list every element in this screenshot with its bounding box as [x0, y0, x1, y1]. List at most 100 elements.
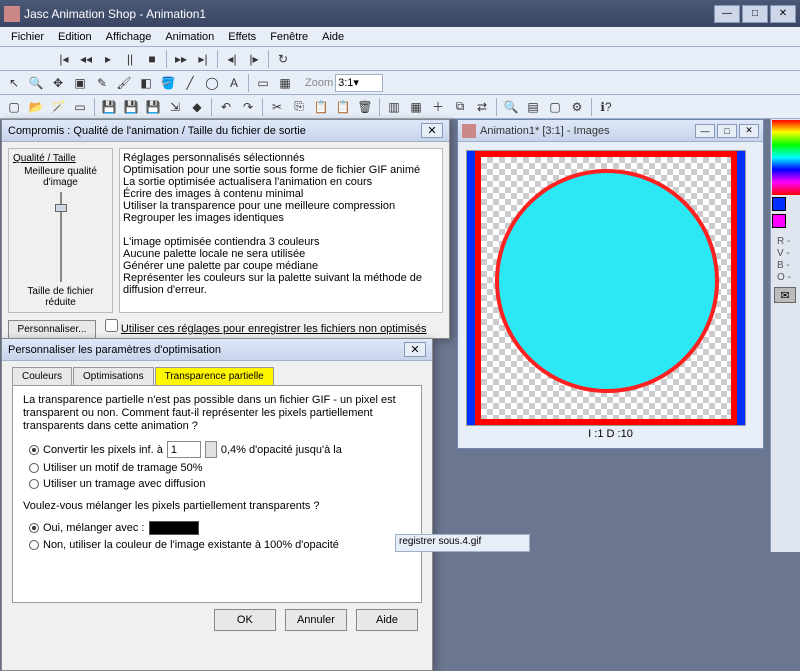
- view-frames-button[interactable]: ▤: [523, 97, 543, 117]
- undo-button[interactable]: ↶: [216, 97, 236, 117]
- tab-optimisations[interactable]: Optimisations: [73, 367, 154, 385]
- status-fragment: registrer sous.4.gif: [395, 534, 530, 552]
- tab-transparence[interactable]: Transparence partielle: [155, 367, 274, 385]
- loop-button[interactable]: ↻: [273, 49, 293, 69]
- dup-frame-button[interactable]: ⧉: [450, 97, 470, 117]
- stop-button[interactable]: ■: [142, 49, 162, 69]
- delete-button[interactable]: 🗑: [355, 97, 375, 117]
- radio-diffusion[interactable]: Utiliser un tramage avec diffusion: [29, 478, 411, 490]
- view-anim-button[interactable]: 🔍: [501, 97, 521, 117]
- menu-animation[interactable]: Animation: [158, 29, 221, 45]
- maximize-button[interactable]: □: [742, 5, 768, 23]
- quality-slider[interactable]: [54, 192, 68, 282]
- add-frame-button[interactable]: ＋: [428, 97, 448, 117]
- zoom-tool-button[interactable]: 🔍: [26, 73, 46, 93]
- dlg2-close-button[interactable]: ✕: [404, 342, 426, 357]
- view-single-button[interactable]: ▢: [545, 97, 565, 117]
- zoom-combo[interactable]: 3:1▾: [335, 74, 383, 92]
- pause-button[interactable]: ||: [120, 49, 140, 69]
- zoom-label: Zoom: [305, 77, 333, 89]
- dlg1-titlebar[interactable]: Compromis : Qualité de l'animation / Tai…: [2, 120, 449, 142]
- menu-aide[interactable]: Aide: [315, 29, 351, 45]
- saveall-button[interactable]: 💾: [143, 97, 163, 117]
- banner-button[interactable]: ▭: [70, 97, 90, 117]
- menu-fenetre[interactable]: Fenêtre: [263, 29, 315, 45]
- prev-frame-button[interactable]: ◂◂: [76, 49, 96, 69]
- open-button[interactable]: 📂: [26, 97, 46, 117]
- new-button[interactable]: ▢: [4, 97, 24, 117]
- app-icon: [4, 6, 20, 22]
- radio-dither50[interactable]: Utiliser un motif de tramage 50%: [29, 462, 411, 474]
- menu-edition[interactable]: Edition: [51, 29, 99, 45]
- last-frame-button[interactable]: ▸|: [193, 49, 213, 69]
- customize-button[interactable]: Personnaliser...: [8, 320, 96, 340]
- radio-blend-no[interactable]: Non, utiliser la couleur de l'image exis…: [29, 539, 411, 551]
- app-titlebar: Jasc Animation Shop - Animation1 — □ ✕: [0, 0, 800, 27]
- close-button[interactable]: ✕: [770, 5, 796, 23]
- eraser-tool-button[interactable]: ◧: [136, 73, 156, 93]
- color-gradient-picker[interactable]: [772, 120, 800, 195]
- animation-canvas[interactable]: [466, 150, 746, 426]
- brush-tool-button[interactable]: 🖌: [114, 73, 134, 93]
- wizard-button[interactable]: 🪄: [48, 97, 68, 117]
- reverse-button[interactable]: ⇄: [472, 97, 492, 117]
- spinner-buttons[interactable]: [205, 441, 217, 458]
- export-button[interactable]: ⇲: [165, 97, 185, 117]
- next-frame-button[interactable]: ▸▸: [171, 49, 191, 69]
- crop-tool-button[interactable]: ▣: [70, 73, 90, 93]
- rgb-readout: R - V - B - O -: [771, 236, 800, 284]
- help-button[interactable]: ℹ?: [596, 97, 616, 117]
- radio-blend-yes[interactable]: Oui, mélanger avec :: [29, 521, 411, 535]
- tab-couleurs[interactable]: Couleurs: [12, 367, 72, 385]
- ok-button[interactable]: OK: [214, 609, 276, 631]
- threshold-spinner[interactable]: 1: [167, 441, 201, 458]
- save-settings-checkbox[interactable]: Utiliser ces réglages pour enregistrer l…: [105, 324, 426, 335]
- frame-props-button[interactable]: ▦: [406, 97, 426, 117]
- select-rect-button[interactable]: ▭: [253, 73, 273, 93]
- cut-button[interactable]: ✂: [267, 97, 287, 117]
- child-max-button[interactable]: □: [717, 124, 737, 138]
- menu-effets[interactable]: Effets: [221, 29, 263, 45]
- background-swatch[interactable]: [772, 214, 786, 228]
- step-fwd-button[interactable]: |▸: [244, 49, 264, 69]
- select-all-button[interactable]: ▦: [275, 73, 295, 93]
- radio-icon: [29, 523, 39, 533]
- dlg1-close-button[interactable]: ✕: [421, 123, 443, 138]
- cancel-button[interactable]: Annuler: [285, 609, 347, 631]
- play-button[interactable]: ▸: [98, 49, 118, 69]
- save-button[interactable]: 💾: [99, 97, 119, 117]
- dlg2-titlebar[interactable]: Personnaliser les paramètres d'optimisat…: [2, 339, 432, 361]
- paste-into-button[interactable]: 📋: [333, 97, 353, 117]
- toolbar-playback: |◂ ◂◂ ▸ || ■ ▸▸ ▸| ◂| |▸ ↻: [0, 47, 800, 71]
- frame-info-label: I :1 D :10: [466, 428, 755, 440]
- picker-tool-button[interactable]: ✎: [92, 73, 112, 93]
- shape-tool-button[interactable]: ◯: [202, 73, 222, 93]
- fill-tool-button[interactable]: 🪣: [158, 73, 178, 93]
- launch-psp-button[interactable]: ◆: [187, 97, 207, 117]
- text-tool-button[interactable]: A: [224, 73, 244, 93]
- paste-button[interactable]: 📋: [311, 97, 331, 117]
- mail-icon[interactable]: ✉: [774, 287, 796, 303]
- child-titlebar[interactable]: Animation1* [3:1] - Images — □ ✕: [458, 120, 763, 142]
- radio-convert[interactable]: Convertir les pixels inf. à 1 0,4% d'opa…: [29, 441, 411, 458]
- saveas-button[interactable]: 💾: [121, 97, 141, 117]
- line-tool-button[interactable]: ╱: [180, 73, 200, 93]
- first-frame-button[interactable]: |◂: [54, 49, 74, 69]
- foreground-swatch[interactable]: [772, 197, 786, 211]
- help-button[interactable]: Aide: [356, 609, 418, 631]
- toolbar-tools: ↖ 🔍 ✥ ▣ ✎ 🖌 ◧ 🪣 ╱ ◯ A ▭ ▦ Zoom 3:1▾: [0, 71, 800, 95]
- child-close-button[interactable]: ✕: [739, 124, 759, 138]
- best-quality-label: Meilleure qualité d'image: [13, 166, 108, 188]
- menu-fichier[interactable]: Fichier: [4, 29, 51, 45]
- menu-affichage[interactable]: Affichage: [99, 29, 159, 45]
- optimize-button[interactable]: ⚙: [567, 97, 587, 117]
- redo-button[interactable]: ↷: [238, 97, 258, 117]
- arrow-tool-button[interactable]: ↖: [4, 73, 24, 93]
- move-tool-button[interactable]: ✥: [48, 73, 68, 93]
- child-min-button[interactable]: —: [695, 124, 715, 138]
- copy-button[interactable]: ⎘: [289, 97, 309, 117]
- minimize-button[interactable]: —: [714, 5, 740, 23]
- props-button[interactable]: ▥: [384, 97, 404, 117]
- step-back-button[interactable]: ◂|: [222, 49, 242, 69]
- blend-color-swatch[interactable]: [149, 521, 199, 535]
